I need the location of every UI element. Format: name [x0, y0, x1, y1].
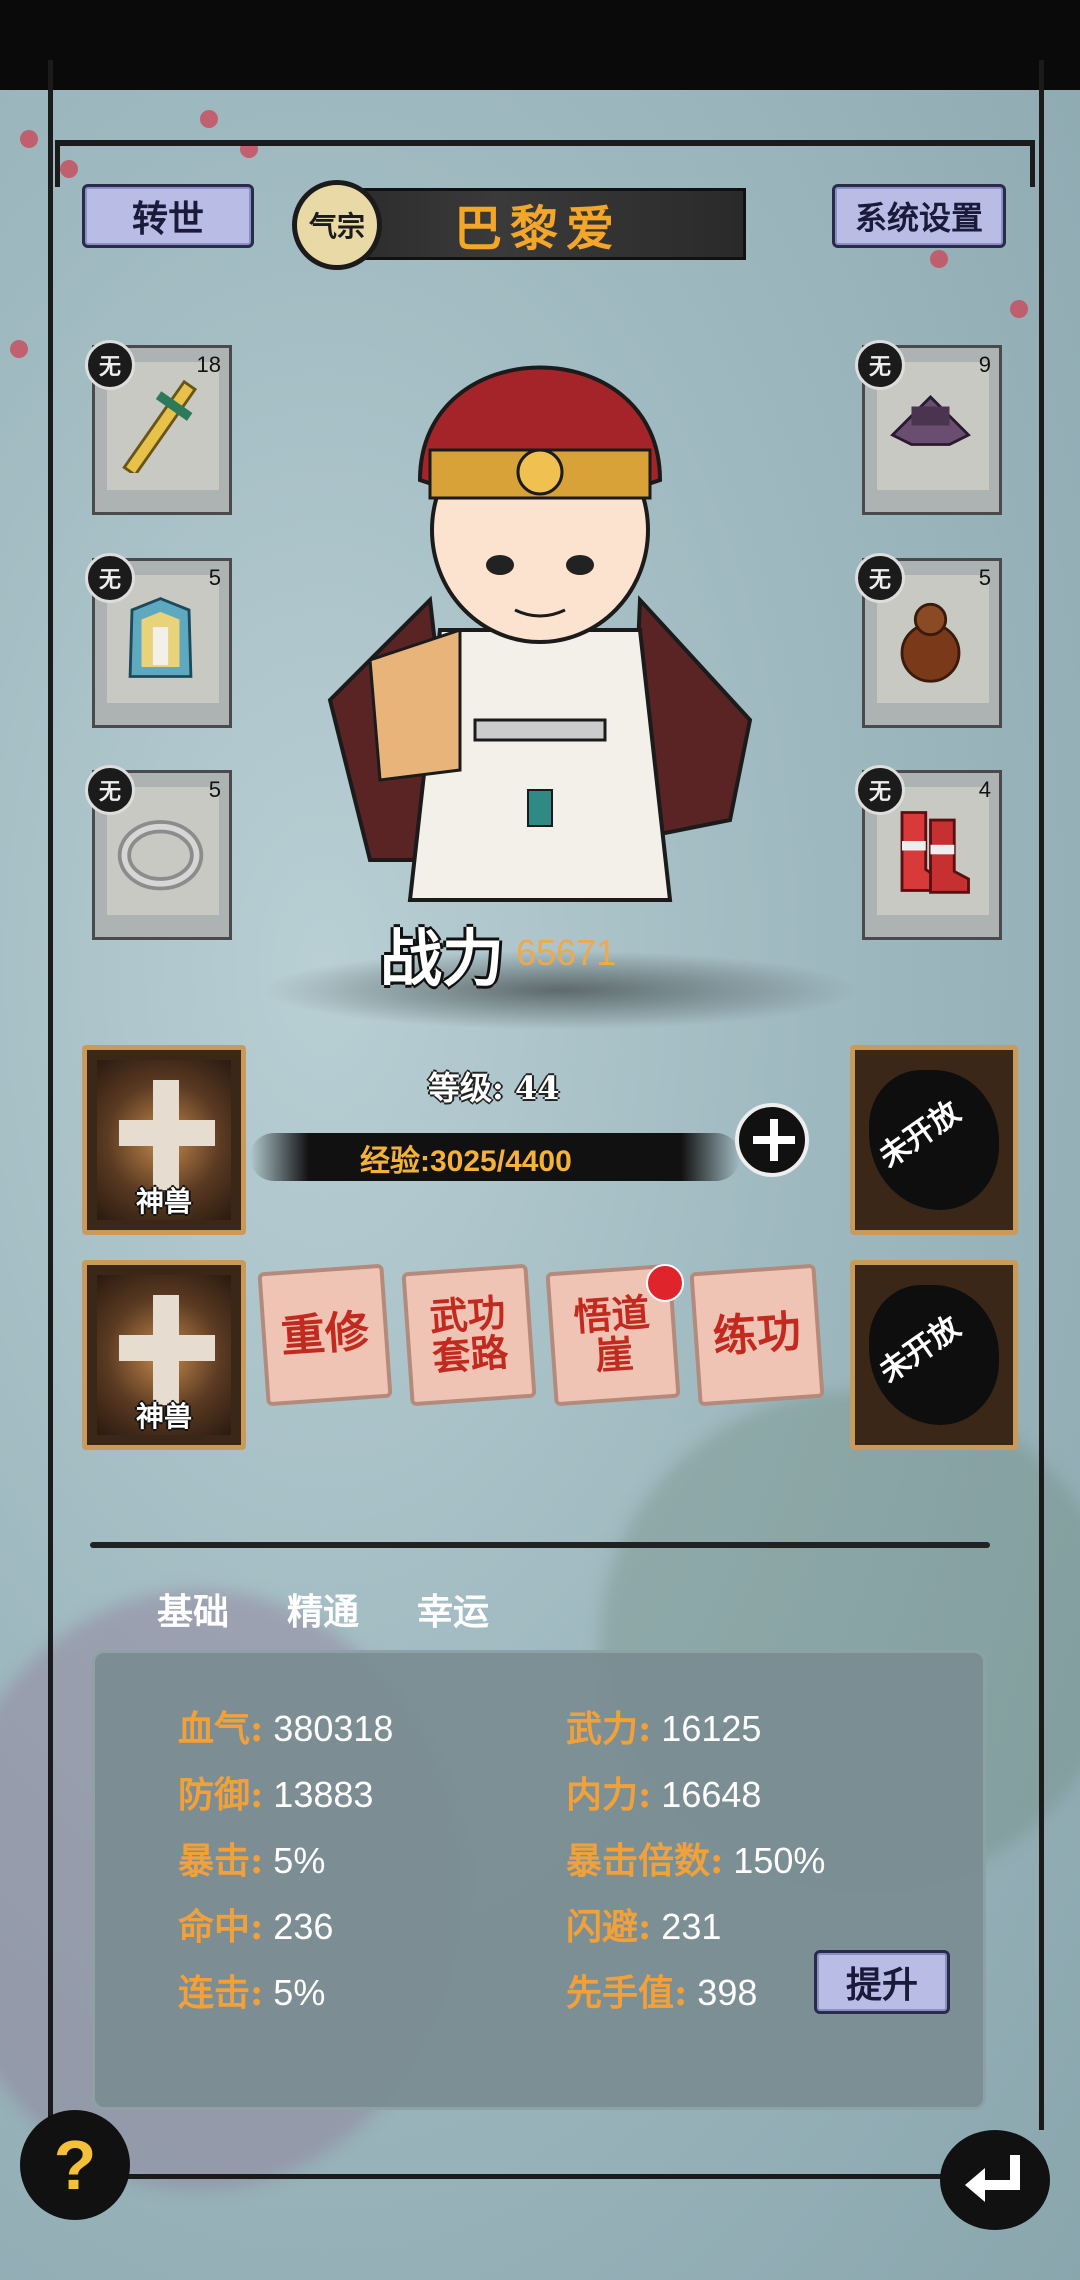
martial-arts-button[interactable]: 武功套路	[401, 1263, 537, 1407]
stat-crit: 暴击: 5%	[178, 1832, 325, 1884]
stat-value: 150%	[733, 1840, 826, 1881]
stat-key: 武力:	[566, 1708, 652, 1750]
quality-badge: 无	[85, 340, 135, 390]
return-arrow-icon	[965, 2155, 1020, 2202]
frame-corner	[988, 140, 1035, 187]
sect-badge: 气宗	[292, 180, 382, 270]
item-level: 18	[196, 352, 221, 377]
question-mark-icon: ?	[53, 2126, 97, 2204]
frame-top-border	[55, 140, 1035, 146]
tab-basic[interactable]: 基础	[138, 1578, 248, 1640]
power-label: 战力	[380, 922, 505, 995]
practice-button[interactable]: 练功	[689, 1263, 825, 1407]
player-level: 等级: 44	[428, 1069, 560, 1107]
blossom-icon	[20, 130, 38, 148]
stat-value: 231	[661, 1906, 722, 1947]
equip-slot-hat[interactable]: 无 9	[855, 340, 1002, 515]
stat-inner-power: 内力: 16648	[566, 1766, 761, 1818]
plus-icon	[119, 1120, 215, 1146]
item-level: 5	[978, 565, 991, 590]
equip-slot-weapon[interactable]: 无 18	[85, 340, 232, 515]
stat-value: 398	[697, 1972, 758, 2013]
stat-key: 命中:	[178, 1906, 264, 1948]
locked-slot-1[interactable]: 未开放	[850, 1045, 1018, 1235]
quality-badge: 无	[855, 340, 905, 390]
stat-value: 380318	[273, 1708, 394, 1749]
tab-label: 基础	[156, 1591, 229, 1633]
locked-slot-2[interactable]: 未开放	[850, 1260, 1018, 1450]
notification-dot	[646, 1264, 684, 1302]
stat-key: 闪避:	[566, 1906, 652, 1948]
equip-slot-ring[interactable]: 无 5	[85, 765, 232, 940]
tab-mastery[interactable]: 精通	[268, 1578, 378, 1640]
divine-beast-slot-1[interactable]: 神兽	[82, 1045, 246, 1235]
quality-badge: 无	[855, 553, 905, 603]
stat-hp: 血气: 380318	[178, 1700, 393, 1752]
retrain-button[interactable]: 重修	[257, 1263, 393, 1407]
stat-value: 13883	[273, 1774, 374, 1815]
help-button[interactable]: ?	[20, 2110, 130, 2220]
blossom-icon	[10, 340, 28, 358]
exp-text: 经验:3025/4400	[360, 1145, 572, 1178]
beast-label: 神兽	[135, 1400, 192, 1433]
sword-icon	[122, 379, 198, 473]
gourd-icon	[900, 602, 961, 683]
item-level: 9	[978, 352, 991, 377]
equip-slot-gourd[interactable]: 无 5	[855, 553, 1002, 728]
stat-key: 暴击:	[178, 1840, 264, 1882]
stat-value: 16648	[661, 1774, 762, 1815]
stat-initiative: 先手值: 398	[566, 1964, 757, 2016]
stat-force: 武力: 16125	[566, 1700, 761, 1752]
item-level: 5	[208, 565, 221, 590]
tab-label: 精通	[286, 1591, 359, 1633]
combat-power: 战力 65671	[380, 908, 616, 998]
divine-beast-slot-2[interactable]: 神兽	[82, 1260, 246, 1450]
stat-key: 防御:	[178, 1774, 264, 1816]
item-level: 5	[208, 777, 221, 802]
stat-value: 16125	[661, 1708, 762, 1749]
player-name: 巴黎爱	[330, 188, 746, 260]
section-divider	[90, 1542, 990, 1548]
stat-key: 连击:	[178, 1972, 264, 2014]
equip-slot-boots[interactable]: 无 4	[855, 765, 1002, 940]
stat-value: 5%	[273, 1840, 326, 1881]
quality-badge: 无	[85, 765, 135, 815]
back-button[interactable]	[940, 2130, 1050, 2230]
boots-icon	[900, 811, 970, 894]
system-settings-button[interactable]: 系统设置	[832, 184, 1006, 248]
ring-icon	[117, 820, 204, 891]
tab-label: 幸运	[416, 1591, 489, 1633]
armor-icon	[128, 597, 193, 678]
stat-value: 236	[273, 1906, 334, 1947]
quality-badge: 无	[85, 553, 135, 603]
quality-badge: 无	[855, 765, 905, 815]
stat-defense: 防御: 13883	[178, 1766, 373, 1818]
add-exp-button[interactable]	[735, 1103, 809, 1177]
item-level: 4	[978, 777, 991, 802]
power-value: 65671	[516, 932, 617, 973]
hat-icon	[890, 394, 971, 446]
beast-label: 神兽	[135, 1185, 192, 1218]
stat-value: 5%	[273, 1972, 326, 2013]
stat-key: 血气:	[178, 1708, 264, 1750]
stat-key: 先手值:	[566, 1972, 688, 2014]
equip-slot-armor[interactable]: 无 5	[85, 553, 232, 728]
rebirth-button[interactable]: 转世	[82, 184, 254, 248]
stat-hit: 命中: 236	[178, 1898, 333, 1950]
tab-luck[interactable]: 幸运	[398, 1578, 508, 1640]
upgrade-button[interactable]: 提升	[814, 1950, 950, 2014]
stat-combo: 连击: 5%	[178, 1964, 325, 2016]
stat-key: 暴击倍数:	[566, 1840, 724, 1882]
frame-corner	[55, 140, 102, 187]
frame-bottom-border	[55, 2174, 1035, 2179]
hero-character	[327, 365, 753, 902]
plus-icon	[119, 1335, 215, 1361]
stat-dodge: 闪避: 231	[566, 1898, 721, 1950]
stat-crit-multiplier: 暴击倍数: 150%	[566, 1832, 825, 1884]
stat-key: 内力:	[566, 1774, 652, 1816]
